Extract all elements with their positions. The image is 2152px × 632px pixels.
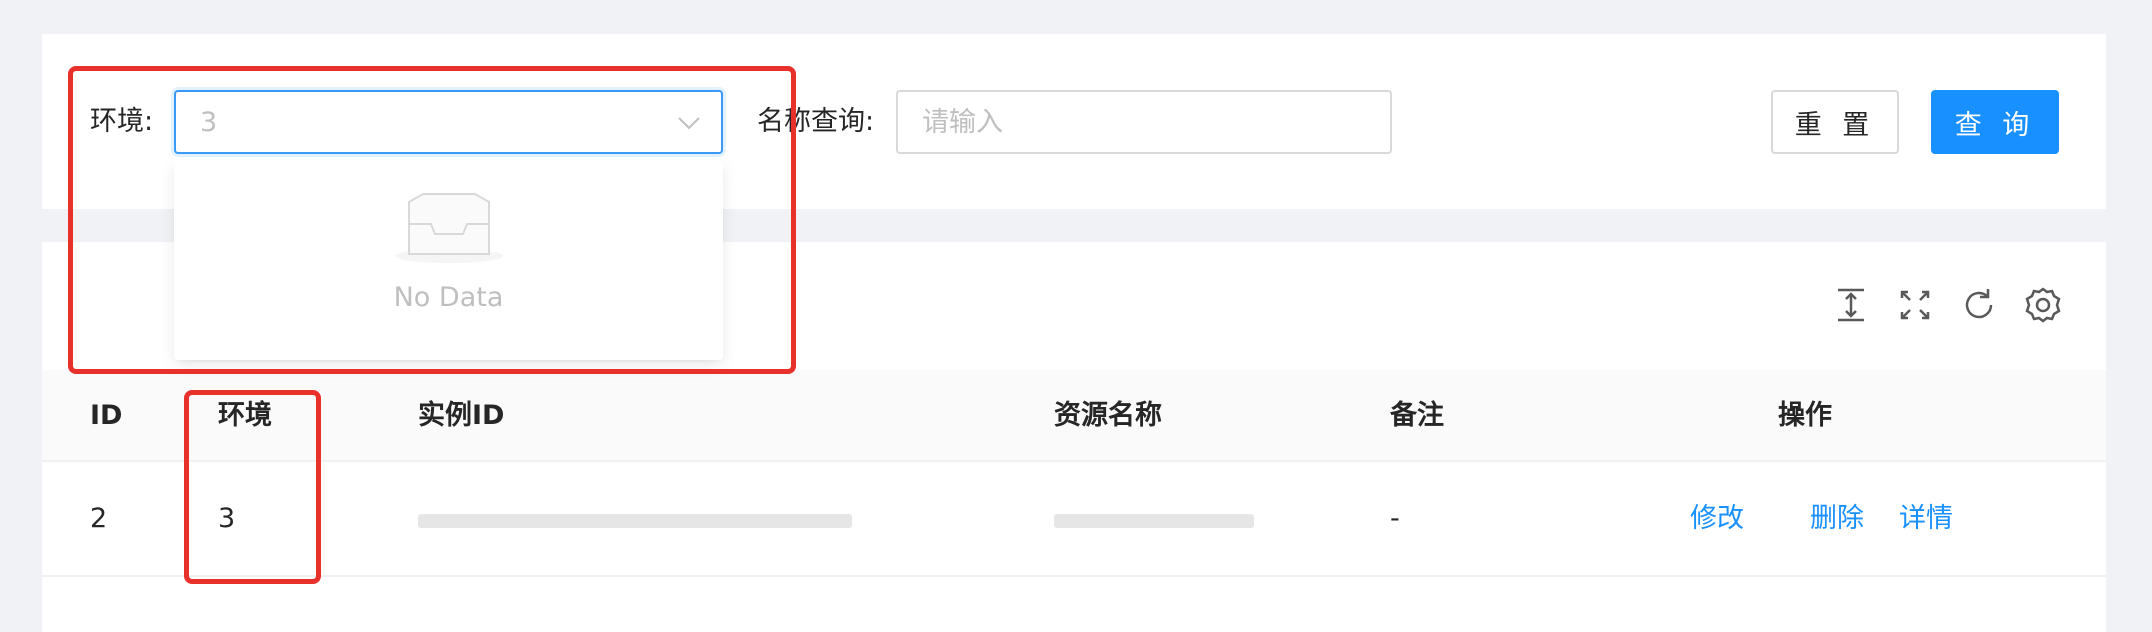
cell-id: 2 (90, 503, 108, 534)
header-actions: 操作 (1778, 400, 1832, 431)
env-select[interactable]: 3 (174, 90, 723, 154)
delete-link[interactable]: 删除 (1810, 499, 1864, 539)
header-id: ID (90, 400, 123, 431)
empty-text: No Data (393, 282, 504, 313)
env-label: 环境: (90, 106, 154, 137)
cell-remark: - (1390, 503, 1400, 534)
name-query-input[interactable] (898, 92, 1390, 152)
query-button[interactable]: 查 询 (1931, 90, 2059, 154)
empty-inbox-icon (395, 193, 503, 263)
redacted-resource-name (1054, 514, 1254, 528)
header-env: 环境 (218, 400, 272, 431)
header-resource-name: 资源名称 (1054, 400, 1162, 431)
header-remark: 备注 (1390, 400, 1444, 431)
header-instance-id: 实例ID (418, 400, 505, 431)
settings-icon[interactable] (2024, 286, 2062, 324)
fullscreen-icon[interactable] (1896, 286, 1934, 324)
env-select-value: 3 (200, 107, 218, 138)
reload-icon[interactable] (1960, 286, 1998, 324)
column-height-icon[interactable] (1832, 286, 1870, 324)
table-row: 2 3 - 修改 删除 详情 (42, 462, 2106, 577)
cell-env: 3 (218, 503, 236, 534)
reset-button[interactable]: 重 置 (1771, 90, 1899, 154)
name-query-field[interactable] (896, 90, 1392, 154)
env-dropdown: No Data (174, 160, 723, 360)
chevron-down-icon (678, 117, 700, 130)
edit-link[interactable]: 修改 (1690, 499, 1744, 539)
name-query-label: 名称查询: (757, 106, 875, 137)
redacted-instance-id (418, 514, 852, 528)
detail-link[interactable]: 详情 (1899, 499, 1953, 539)
table-header: ID 环境 实例ID 资源名称 备注 操作 (42, 370, 2106, 462)
